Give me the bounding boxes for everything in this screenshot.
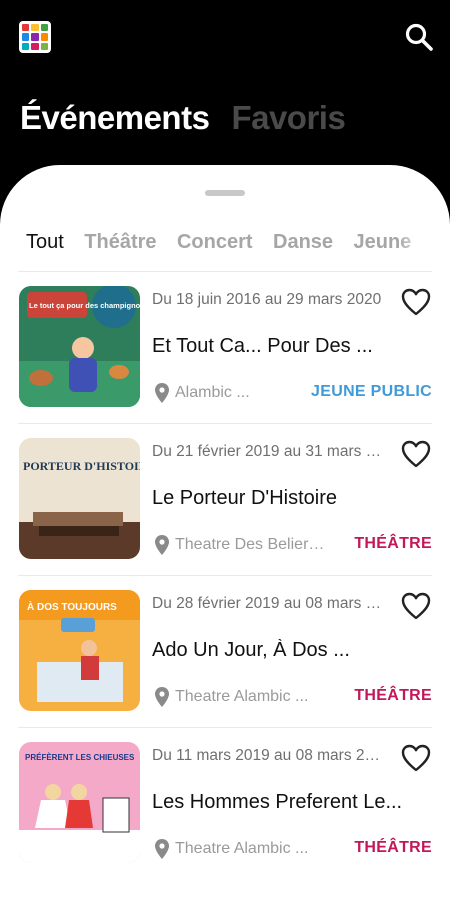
- events-sheet: Tout Théâtre Concert Danse Jeune Le tout…: [0, 165, 450, 900]
- event-venue: Theatre Alambic ...: [155, 839, 308, 859]
- event-title: Ado Un Jour, À Dos ...: [152, 639, 350, 661]
- event-list-item[interactable]: PRÉFÈRENT LES CHIEUSES Du 11 mars 2019 a…: [0, 729, 450, 881]
- heart-outline-icon: [401, 288, 431, 316]
- favorite-button[interactable]: [400, 287, 432, 317]
- event-category: JEUNE PUBLIC: [311, 383, 432, 400]
- favorite-button[interactable]: [400, 591, 432, 621]
- event-poster-text: PRÉFÈRENT LES CHIEUSES: [25, 753, 135, 762]
- event-venue: Alambic ...: [155, 383, 250, 403]
- event-category: THÉÂTRE: [354, 839, 432, 856]
- event-title: Et Tout Ca... Pour Des ...: [152, 335, 373, 357]
- event-venue-label: Theatre Alambic ...: [175, 688, 309, 705]
- event-poster-image: Le tout ça pour des champignons !: [19, 286, 140, 407]
- favorite-button[interactable]: [400, 439, 432, 469]
- event-title: Le Porteur D'Histoire: [152, 487, 337, 509]
- event-poster-image: PORTEUR D'HISTOIR: [19, 438, 140, 559]
- location-pin-icon: [155, 839, 169, 859]
- event-venue-label: Theatre Des Beliers ...: [175, 536, 325, 553]
- event-poster-text: PORTEUR D'HISTOIR: [23, 459, 140, 473]
- event-venue: Theatre Alambic ...: [155, 687, 308, 707]
- event-venue: Theatre Des Beliers ...: [155, 535, 325, 555]
- search-icon: [405, 23, 433, 51]
- divider: [18, 727, 432, 728]
- category-tabs: Tout Théâtre Concert Danse Jeune: [0, 223, 428, 261]
- heart-outline-icon: [401, 440, 431, 468]
- event-date: Du 28 février 2019 au 08 mars 2019: [152, 595, 388, 612]
- event-poster-image: À DOS TOUJOURS: [19, 590, 140, 711]
- location-pin-icon: [155, 535, 169, 555]
- top-bar: [0, 0, 450, 75]
- tab-evenements[interactable]: Événements: [20, 96, 210, 140]
- event-venue-label: Theatre Alambic ...: [175, 840, 309, 857]
- event-poster-text: Le tout ça pour des champignons !: [29, 301, 140, 310]
- location-pin-icon: [155, 687, 169, 707]
- category-tab-tout[interactable]: Tout: [26, 223, 64, 261]
- event-category: THÉÂTRE: [354, 535, 432, 552]
- category-tab-concert[interactable]: Concert: [177, 223, 253, 261]
- event-poster-text: À DOS TOUJOURS: [27, 600, 117, 613]
- sheet-drag-handle[interactable]: [205, 190, 245, 196]
- event-list-item[interactable]: PORTEUR D'HISTOIR Du 21 février 2019 au …: [0, 425, 450, 577]
- event-list-item[interactable]: Le tout ça pour des champignons ! Du 18 …: [0, 273, 450, 425]
- event-date: Du 21 février 2019 au 31 mars 2019: [152, 443, 388, 460]
- heart-outline-icon: [401, 744, 431, 772]
- app-logo-icon: [19, 21, 51, 53]
- location-pin-icon: [155, 383, 169, 403]
- event-category: THÉÂTRE: [354, 687, 432, 704]
- event-poster-image: PRÉFÈRENT LES CHIEUSES: [19, 742, 140, 863]
- category-tab-theatre[interactable]: Théâtre: [84, 223, 156, 261]
- event-title: Les Hommes Preferent Le...: [152, 791, 403, 813]
- event-date: Du 18 juin 2016 au 29 mars 2020: [152, 291, 382, 308]
- divider: [18, 575, 432, 576]
- header-tabs: Événements Favoris: [20, 96, 346, 140]
- divider: [18, 271, 432, 272]
- event-venue-label: Alambic ...: [175, 384, 250, 401]
- favorite-button[interactable]: [400, 743, 432, 773]
- system-nav-bar: [0, 880, 450, 900]
- event-date: Du 11 mars 2019 au 08 mars 2019: [152, 747, 388, 764]
- category-tab-danse[interactable]: Danse: [273, 223, 333, 261]
- tab-favoris[interactable]: Favoris: [231, 96, 345, 140]
- category-tabs-fade: [398, 223, 428, 261]
- heart-outline-icon: [401, 592, 431, 620]
- divider: [18, 423, 432, 424]
- search-button[interactable]: [402, 20, 436, 54]
- event-list-item[interactable]: À DOS TOUJOURS Du 28 février 2019 au 08 …: [0, 577, 450, 729]
